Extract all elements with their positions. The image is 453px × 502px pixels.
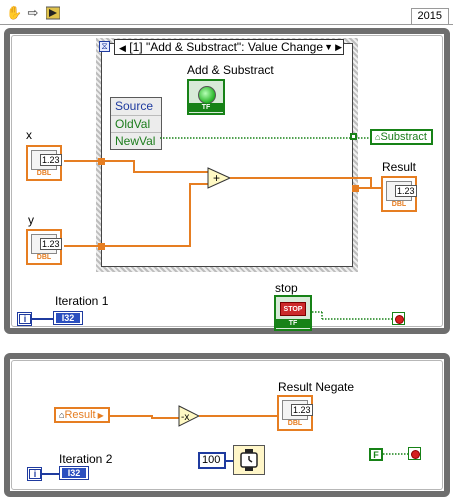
add-substract-label: Add & Substract: [187, 63, 274, 77]
loop-1-iteration-terminal[interactable]: i: [17, 312, 32, 326]
svg-text:+: +: [213, 171, 220, 185]
iteration-1-indicator[interactable]: I32: [53, 311, 83, 325]
y-wire-vert[interactable]: [189, 183, 191, 247]
led-icon: [198, 86, 216, 104]
event-data-newval: NewVal: [111, 132, 161, 149]
x-numeric-control[interactable]: 1.23 DBL: [26, 145, 62, 181]
event-data-oldval: OldVal: [111, 115, 161, 132]
result-ref-label: Result: [64, 409, 96, 421]
y-label: y: [28, 213, 34, 227]
stop-button-face: STOP: [280, 302, 306, 316]
iteration-terminal-i: i: [19, 314, 31, 324]
version-badge: 2015: [410, 8, 449, 24]
result-local-variable[interactable]: ⌂Result ▶: [54, 407, 110, 423]
iteration-2-wire[interactable]: [42, 473, 60, 475]
iteration-1-wire[interactable]: [32, 318, 54, 320]
result-label: Result: [382, 160, 417, 174]
add-function-icon[interactable]: +: [207, 167, 231, 189]
newval-wire[interactable]: [160, 135, 372, 141]
result-negate-indicator[interactable]: 1.23 DBL: [277, 395, 313, 431]
result-negate-value: 1.23: [291, 404, 313, 416]
tf-badge: TF: [276, 319, 310, 328]
dbl-badge: DBL: [391, 201, 407, 208]
event-case-label: [1] "Add & Substract": Value Change: [129, 40, 324, 54]
wait-ms-icon[interactable]: [233, 445, 265, 475]
loop-2-iteration-terminal[interactable]: i: [27, 467, 42, 481]
iteration-2-label: Iteration 2: [59, 452, 113, 466]
false-wire[interactable]: [383, 451, 408, 457]
hand-icon[interactable]: ✋: [6, 6, 22, 20]
x-value: 1.23: [40, 154, 62, 166]
arrow-icon[interactable]: ⇨: [26, 6, 40, 20]
iteration-terminal-i: i: [29, 469, 41, 479]
result-ref-wire[interactable]: [108, 415, 153, 417]
result-negate-label: Result Negate: [278, 380, 355, 394]
result-ref-wire-2[interactable]: [151, 417, 179, 419]
event-data-source: Source: [115, 99, 154, 113]
event-structure-icon: ⧖: [99, 41, 110, 52]
y-value: 1.23: [40, 238, 62, 250]
dbl-badge: DBL: [36, 170, 52, 177]
selector-left-arrow-icon[interactable]: ◀: [119, 43, 126, 53]
i32-badge: I32: [62, 468, 86, 478]
wait-constant[interactable]: 100: [198, 452, 226, 469]
stop-label: stop: [275, 281, 298, 295]
result-wire[interactable]: [359, 187, 381, 189]
x-wire[interactable]: [64, 160, 101, 162]
run-icon[interactable]: [45, 6, 61, 20]
result-value: 1.23: [395, 185, 417, 197]
selector-dropdown-icon[interactable]: ▼: [324, 40, 333, 54]
newval-tunnel[interactable]: [350, 133, 357, 140]
y-wire[interactable]: [64, 245, 101, 247]
y-numeric-control[interactable]: 1.23 DBL: [26, 229, 62, 265]
dbl-badge: DBL: [36, 254, 52, 261]
selector-right-arrow-icon[interactable]: ▶: [335, 40, 342, 54]
y-wire-to-add[interactable]: [189, 183, 209, 185]
result-tunnel[interactable]: [352, 185, 359, 192]
event-data-node[interactable]: Source OldVal NewVal: [110, 97, 162, 150]
x-wire-inner[interactable]: [105, 160, 135, 162]
stop-wire[interactable]: [312, 311, 392, 321]
iteration-2-indicator[interactable]: I32: [59, 466, 89, 480]
tf-badge: TF: [189, 103, 223, 112]
svg-text:-x: -x: [181, 412, 189, 423]
y-wire-inner[interactable]: [105, 245, 191, 247]
wait-ms-value: 100: [202, 454, 221, 466]
iteration-1-label: Iteration 1: [55, 294, 109, 308]
dbl-badge: DBL: [287, 420, 303, 427]
event-case-selector[interactable]: ◀ [1] "Add & Substract": Value Change ▼ …: [114, 39, 344, 55]
loop-2-stop-terminal[interactable]: [408, 447, 421, 460]
substract-local-variable[interactable]: ⌂Substract: [370, 129, 433, 145]
i32-badge: I32: [56, 313, 80, 323]
false-constant-value: F: [373, 450, 379, 460]
negate-out-wire[interactable]: [199, 415, 278, 417]
x-tunnel[interactable]: [98, 158, 105, 165]
false-constant[interactable]: F: [369, 448, 383, 461]
add-substract-button[interactable]: TF: [187, 79, 225, 115]
x-label: x: [26, 128, 32, 142]
loop-1-stop-terminal[interactable]: [392, 312, 405, 325]
stop-button[interactable]: STOP TF: [274, 295, 312, 331]
x-wire-to-add[interactable]: [133, 171, 209, 173]
add-out-wire[interactable]: [230, 177, 372, 179]
y-tunnel[interactable]: [98, 243, 105, 250]
result-indicator[interactable]: 1.23 DBL: [381, 176, 417, 212]
negate-function-icon[interactable]: -x: [178, 405, 200, 427]
substract-ref-label: Substract: [380, 131, 427, 143]
